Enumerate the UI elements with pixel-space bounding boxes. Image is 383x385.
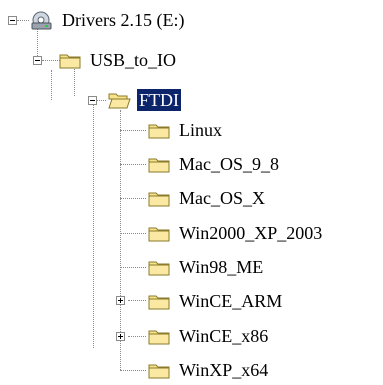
folder-tree: Drivers 2.15 (E:) USB_to_IO FTDI Linux M… <box>0 0 383 382</box>
folder-icon <box>147 291 171 311</box>
tree-line <box>120 267 146 268</box>
tree-node-label: FTDI <box>136 88 182 112</box>
open-folder-icon <box>107 90 131 110</box>
tree-line <box>17 20 29 21</box>
tree-node-label: USB_to_IO <box>90 50 177 70</box>
tree-node-label: Mac_OS_9_8 <box>179 154 279 174</box>
tree-node-ftdi[interactable]: FTDI <box>107 87 182 113</box>
tree-node-label: WinCE_x86 <box>179 326 269 346</box>
tree-line <box>120 110 121 370</box>
folder-icon <box>147 326 171 346</box>
tree-line <box>128 300 146 301</box>
tree-line <box>120 130 146 131</box>
collapse-usb-to-io-button[interactable] <box>33 56 42 65</box>
tree-node-label: Linux <box>179 120 222 140</box>
tree-node-label: Win98_ME <box>179 257 264 277</box>
folder-icon <box>58 50 82 70</box>
collapse-root-button[interactable] <box>8 16 17 25</box>
tree-node-child[interactable]: Mac_OS_9_8 <box>147 151 281 177</box>
tree-line <box>120 164 146 165</box>
drive-icon <box>30 10 54 30</box>
tree-node-child[interactable]: Linux <box>147 117 224 143</box>
collapse-ftdi-button[interactable] <box>88 96 97 105</box>
tree-line <box>120 198 146 199</box>
folder-icon <box>147 360 171 380</box>
tree-node-child[interactable]: Win2000_XP_2003 <box>147 220 324 246</box>
tree-line <box>120 370 146 371</box>
expand-wince-x86-button[interactable] <box>116 332 125 341</box>
folder-icon <box>147 120 171 140</box>
tree-node-label: WinCE_ARM <box>179 291 283 311</box>
tree-node-child[interactable]: Mac_OS_X <box>147 185 267 211</box>
tree-node-child[interactable]: Win98_ME <box>147 254 265 280</box>
tree-node-label: Mac_OS_X <box>179 188 265 208</box>
tree-node-label: Drivers 2.15 (E:) <box>62 10 185 30</box>
expand-wince-arm-button[interactable] <box>116 296 125 305</box>
tree-node-child[interactable]: WinCE_x86 <box>147 323 270 349</box>
folder-icon <box>147 257 171 277</box>
tree-node-child[interactable]: WinCE_ARM <box>147 288 284 314</box>
tree-node-root[interactable]: Drivers 2.15 (E:) <box>30 7 186 33</box>
folder-icon <box>147 223 171 243</box>
folder-icon <box>147 154 171 174</box>
tree-line <box>120 233 146 234</box>
tree-line <box>128 336 146 337</box>
tree-node-label: WinXP_x64 <box>179 360 269 380</box>
tree-node-child[interactable]: WinXP_x64 <box>147 357 270 383</box>
tree-line <box>51 70 52 100</box>
tree-node-usb-to-io[interactable]: USB_to_IO <box>58 47 178 73</box>
tree-line <box>93 100 94 348</box>
folder-icon <box>147 188 171 208</box>
tree-node-label: Win2000_XP_2003 <box>179 223 323 243</box>
